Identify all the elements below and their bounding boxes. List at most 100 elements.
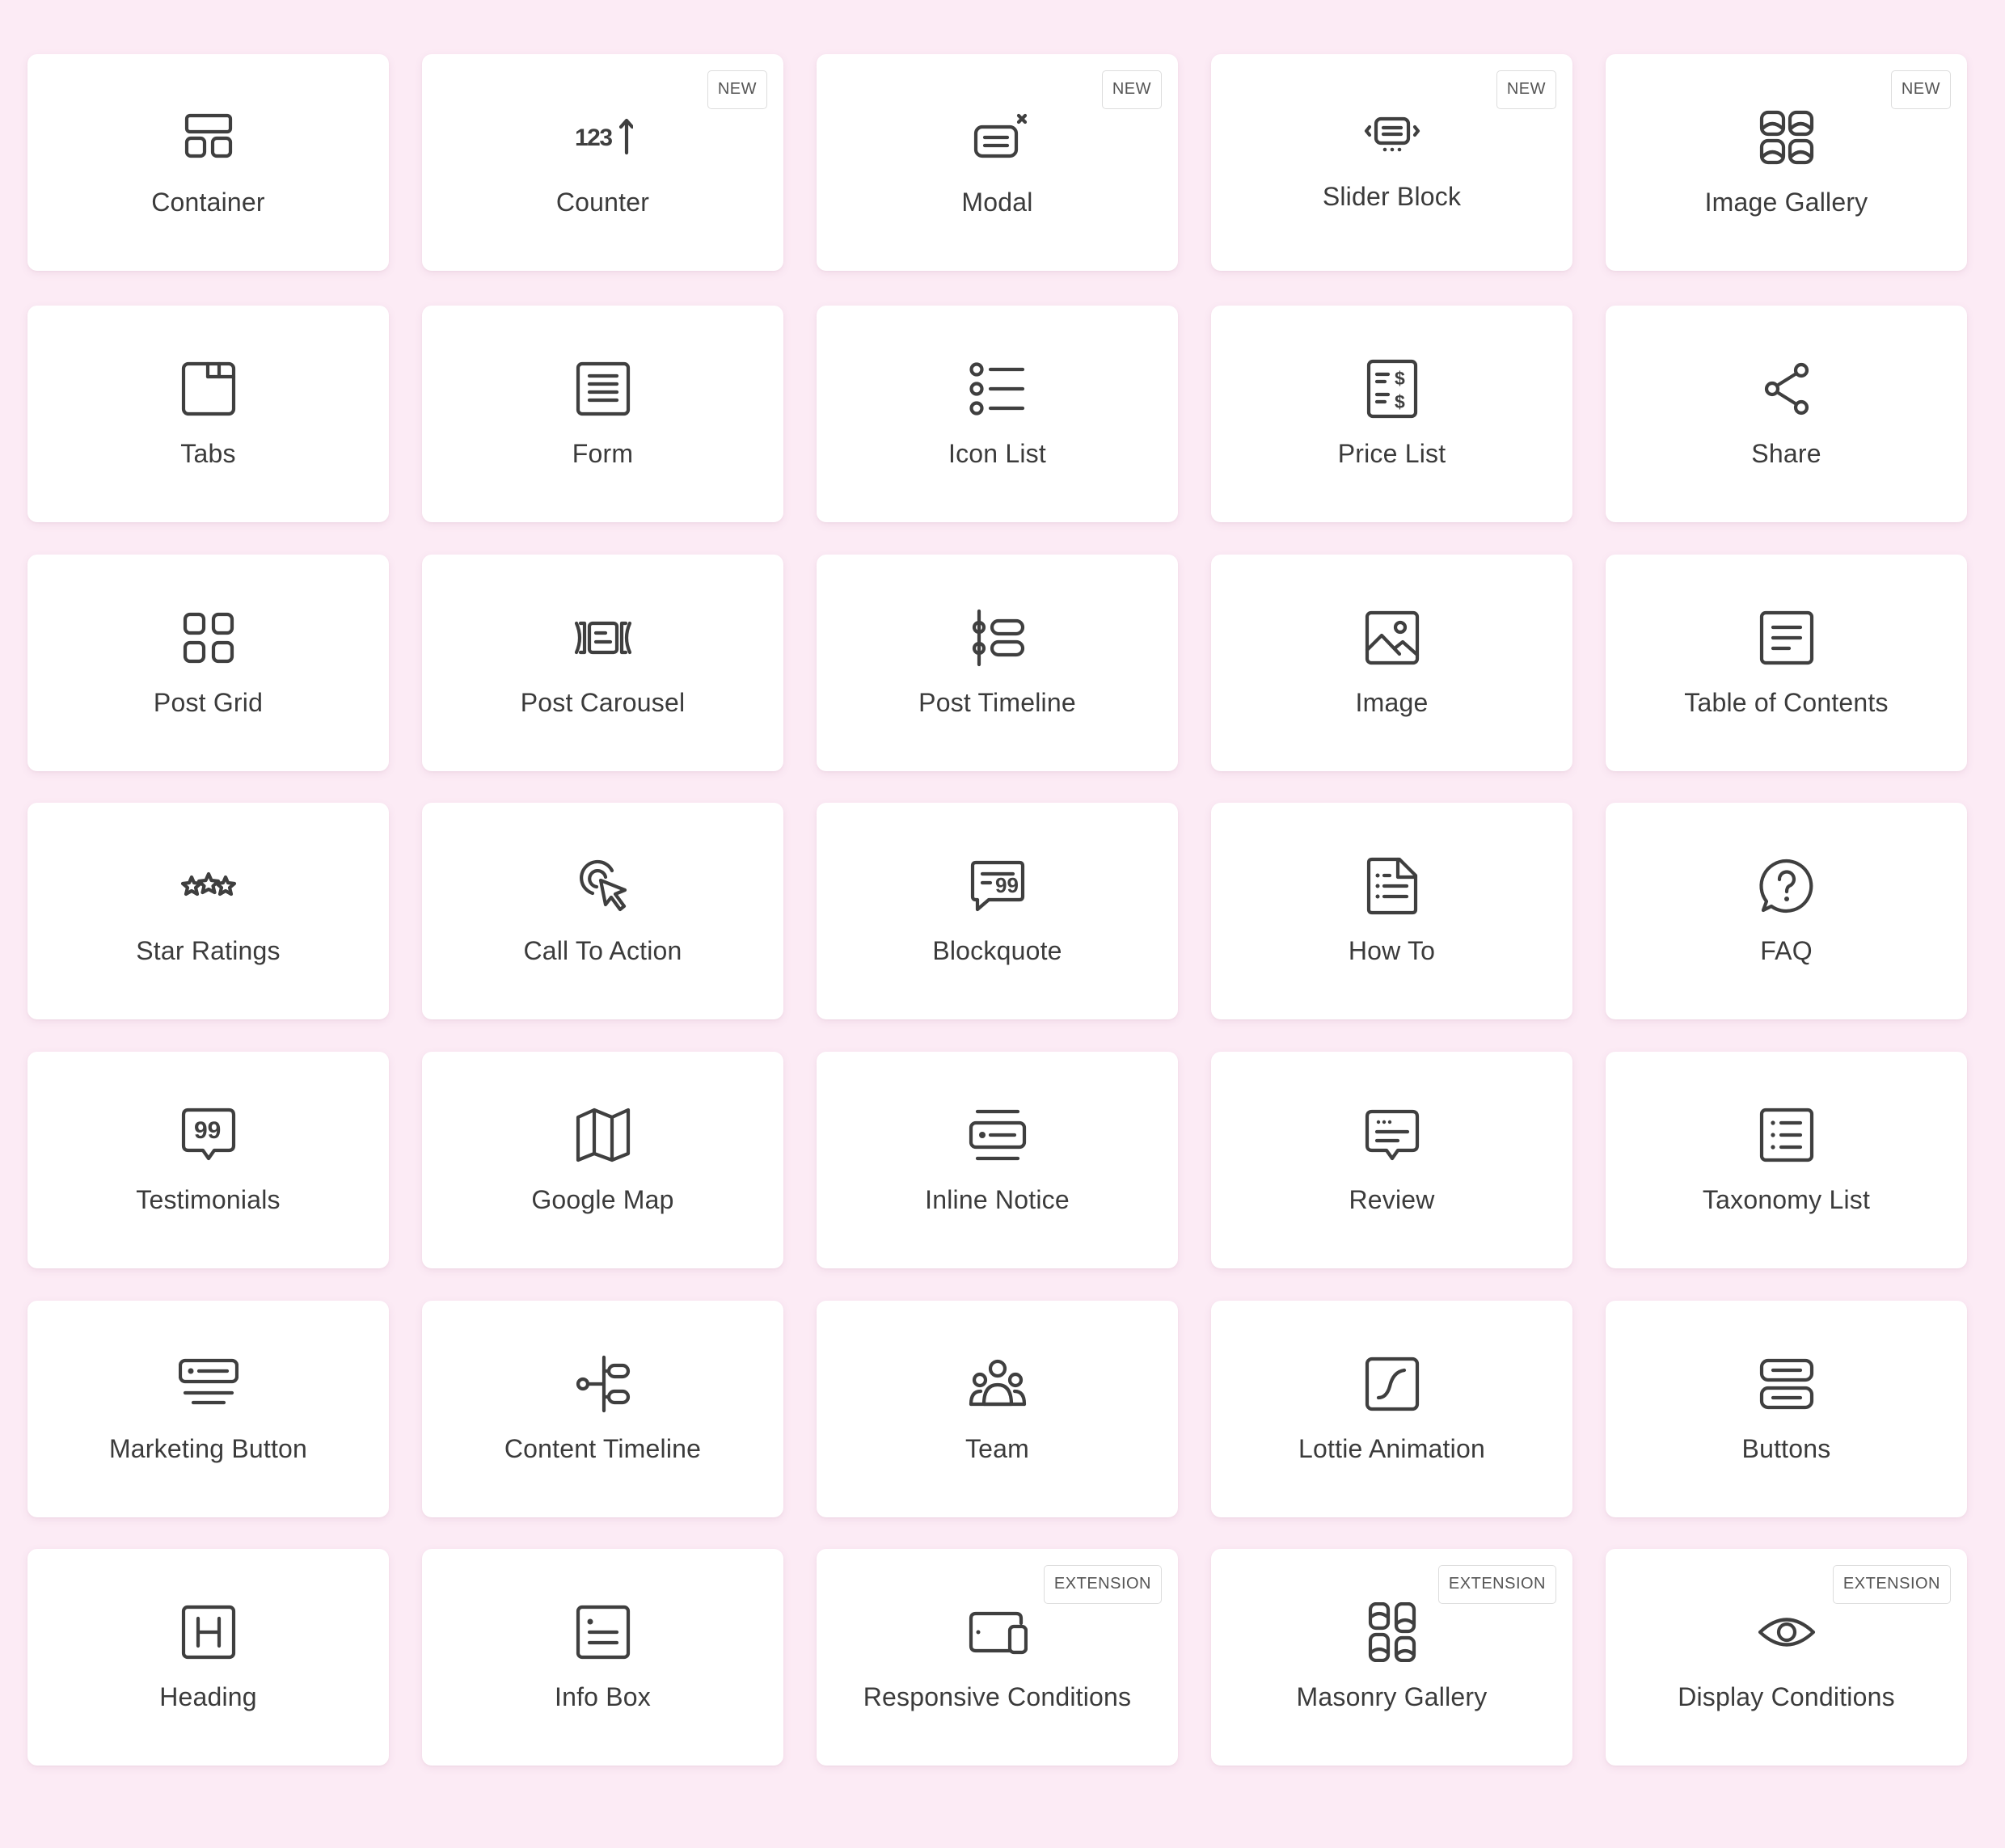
block-card-container[interactable]: Container <box>27 54 389 271</box>
block-card-display-conditions[interactable]: Display Conditions EXTENSION <box>1606 1549 1967 1766</box>
block-card-review[interactable]: Review <box>1211 1052 1572 1268</box>
counter-icon-text: 123 <box>575 124 612 151</box>
how-to-icon <box>1362 856 1422 916</box>
price-list-icon: $ $ <box>1362 359 1422 419</box>
call-to-action-icon <box>573 856 633 916</box>
block-label: Masonry Gallery <box>1296 1682 1488 1711</box>
block-card-taxonomy-list[interactable]: Taxonomy List <box>1606 1052 1967 1268</box>
block-label: Table of Contents <box>1684 688 1889 717</box>
block-card-share[interactable]: Share <box>1606 306 1967 522</box>
block-card-team[interactable]: Team <box>817 1301 1178 1517</box>
block-card-counter[interactable]: 123 Counter NEW <box>422 54 783 271</box>
block-card-how-to[interactable]: How To <box>1211 803 1572 1019</box>
block-card-image-gallery[interactable]: Image Gallery NEW <box>1606 54 1967 271</box>
block-label: Star Ratings <box>136 936 281 965</box>
inline-notice-icon <box>968 1105 1028 1165</box>
counter-icon: 123 <box>573 108 633 167</box>
block-card-image[interactable]: Image <box>1211 555 1572 771</box>
extension-badge: EXTENSION <box>1043 1565 1162 1604</box>
info-box-icon <box>573 1602 633 1662</box>
block-card-inline-notice[interactable]: Inline Notice <box>817 1052 1178 1268</box>
taxonomy-list-icon <box>1757 1105 1817 1165</box>
block-label: Post Timeline <box>918 688 1076 717</box>
block-label: Lottie Animation <box>1298 1434 1485 1463</box>
block-card-lottie-animation[interactable]: Lottie Animation <box>1211 1301 1572 1517</box>
new-badge: NEW <box>707 70 767 109</box>
block-card-call-to-action[interactable]: Call To Action <box>422 803 783 1019</box>
new-badge: NEW <box>1496 70 1556 109</box>
extension-badge: EXTENSION <box>1832 1565 1951 1604</box>
block-label: Display Conditions <box>1678 1682 1895 1711</box>
block-label: Inline Notice <box>925 1185 1070 1214</box>
block-card-heading[interactable]: Heading <box>27 1549 389 1766</box>
block-label: Taxonomy List <box>1702 1185 1871 1214</box>
block-label: Tabs <box>180 439 236 468</box>
block-label: Call To Action <box>523 936 682 965</box>
block-label: Modal <box>961 188 1033 217</box>
block-label: Counter <box>555 188 650 217</box>
block-label: Info Box <box>554 1682 651 1711</box>
post-timeline-icon <box>968 608 1028 668</box>
block-card-responsive-conditions[interactable]: Responsive Conditions EXTENSION <box>817 1549 1178 1766</box>
block-card-marketing-button[interactable]: Marketing Button <box>27 1301 389 1517</box>
block-label: Responsive Conditions <box>863 1682 1132 1711</box>
block-label: Form <box>572 439 634 468</box>
team-icon <box>968 1354 1028 1414</box>
block-label: Team <box>965 1434 1030 1463</box>
block-label: Image Gallery <box>1704 188 1868 217</box>
modal-icon <box>968 108 1028 167</box>
image-icon <box>1362 608 1422 668</box>
blockquote-icon: 99 <box>968 856 1028 916</box>
block-card-modal[interactable]: Modal NEW <box>817 54 1178 271</box>
block-label: Google Map <box>531 1185 674 1214</box>
faq-icon <box>1757 856 1817 916</box>
block-card-info-box[interactable]: Info Box <box>422 1549 783 1766</box>
block-card-blockquote[interactable]: 99 Blockquote <box>817 803 1178 1019</box>
svg-text:$: $ <box>1395 368 1405 389</box>
svg-text:99: 99 <box>995 873 1019 897</box>
block-label: Review <box>1349 1185 1435 1214</box>
post-carousel-icon <box>573 608 633 668</box>
block-card-post-carousel[interactable]: Post Carousel <box>422 555 783 771</box>
block-card-post-grid[interactable]: Post Grid <box>27 555 389 771</box>
new-badge: NEW <box>1890 70 1951 109</box>
block-card-tabs[interactable]: Tabs <box>27 306 389 522</box>
block-label: Container <box>151 188 265 217</box>
block-card-google-map[interactable]: Google Map <box>422 1052 783 1268</box>
post-grid-icon <box>179 608 238 668</box>
block-label: Marketing Button <box>108 1434 308 1463</box>
blocks-grid: Container 123 Counter NEW Modal NEW Slid… <box>0 0 2005 1848</box>
slider-icon <box>1362 108 1422 167</box>
testimonials-icon: 99 <box>179 1105 238 1165</box>
table-of-contents-icon <box>1757 608 1817 668</box>
block-card-slider-block[interactable]: Slider Block NEW <box>1211 54 1572 271</box>
block-card-icon-list[interactable]: Icon List <box>817 306 1178 522</box>
block-label: How To <box>1348 936 1436 965</box>
block-card-masonry-gallery[interactable]: Masonry Gallery EXTENSION <box>1211 1549 1572 1766</box>
block-card-post-timeline[interactable]: Post Timeline <box>817 555 1178 771</box>
extension-badge: EXTENSION <box>1437 1565 1556 1604</box>
review-icon <box>1362 1105 1422 1165</box>
block-label: Price List <box>1337 439 1446 468</box>
block-label: Icon List <box>948 439 1046 468</box>
block-label: Testimonials <box>136 1185 281 1214</box>
block-card-faq[interactable]: FAQ <box>1606 803 1967 1019</box>
block-card-content-timeline[interactable]: Content Timeline <box>422 1301 783 1517</box>
block-label: Post Grid <box>153 688 264 717</box>
block-card-table-of-contents[interactable]: Table of Contents <box>1606 555 1967 771</box>
responsive-conditions-icon <box>968 1602 1028 1662</box>
marketing-button-icon <box>178 1354 238 1414</box>
block-card-star-ratings[interactable]: Star Ratings <box>27 803 389 1019</box>
block-card-buttons[interactable]: Buttons <box>1606 1301 1967 1517</box>
block-label: Blockquote <box>932 936 1062 965</box>
block-card-form[interactable]: Form <box>422 306 783 522</box>
lottie-animation-icon <box>1362 1354 1422 1414</box>
block-label: Slider Block <box>1322 182 1462 211</box>
icon-list-icon <box>968 359 1028 419</box>
block-card-price-list[interactable]: $ $ Price List <box>1211 306 1572 522</box>
display-conditions-icon <box>1757 1602 1817 1662</box>
block-label: Content Timeline <box>504 1434 702 1463</box>
block-label: FAQ <box>1760 936 1813 965</box>
block-card-testimonials[interactable]: 99 Testimonials <box>27 1052 389 1268</box>
heading-icon <box>179 1602 238 1662</box>
